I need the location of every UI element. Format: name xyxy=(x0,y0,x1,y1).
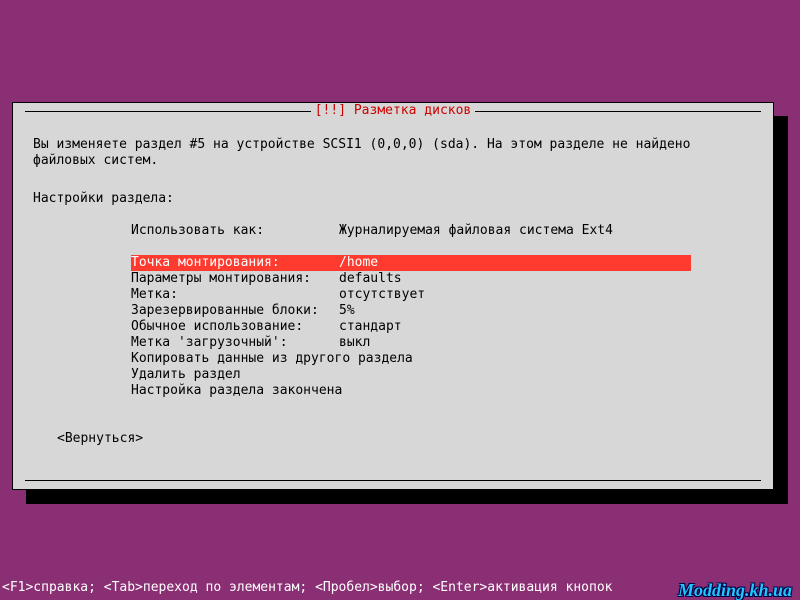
settings-row[interactable]: Обычное использование:стандарт xyxy=(131,319,691,335)
settings-value: 5% xyxy=(339,303,355,319)
settings-row[interactable]: Зарезервированные блоки:5% xyxy=(131,303,691,319)
settings-label: Метка: xyxy=(131,287,339,303)
settings-label: Метка 'загрузочный': xyxy=(131,335,339,351)
actions-list: Копировать данные из другого разделаУдал… xyxy=(131,351,413,399)
settings-row[interactable]: Использовать как:Журналируемая файловая … xyxy=(131,223,691,239)
settings-row[interactable]: Параметры монтирования:defaults xyxy=(131,271,691,287)
settings-value: defaults xyxy=(339,271,402,287)
settings-value: Журналируемая файловая система Ext4 xyxy=(339,223,613,239)
partition-dialog: [!!] Разметка дисков Вы изменяете раздел… xyxy=(12,102,774,490)
dialog-title-row: [!!] Разметка дисков xyxy=(13,103,773,119)
settings-value: стандарт xyxy=(339,319,402,335)
dialog-title: [!!] Разметка дисков xyxy=(13,103,773,119)
settings-label: Точка монтирования: xyxy=(131,255,339,271)
footer-hints: <F1>справка; <Tab>переход по элементам; … xyxy=(0,576,800,600)
settings-label: Обычное использование: xyxy=(131,319,339,335)
settings-spacer xyxy=(131,239,691,255)
settings-row[interactable]: Точка монтирования:/home xyxy=(131,255,691,271)
intro-text: Вы изменяете раздел #5 на устройстве SCS… xyxy=(33,137,753,169)
settings-list: Использовать как:Журналируемая файловая … xyxy=(131,223,691,351)
dialog-title-text: [!!] Разметка дисков xyxy=(311,103,476,118)
settings-label: Параметры монтирования: xyxy=(131,271,339,287)
dialog-bottom-rule xyxy=(25,480,761,481)
settings-value: выкл xyxy=(339,335,370,351)
action-item[interactable]: Удалить раздел xyxy=(131,367,413,383)
settings-heading: Настройки раздела: xyxy=(33,191,174,207)
settings-label: Зарезервированные блоки: xyxy=(131,303,339,319)
settings-row[interactable]: Метка:отсутствует xyxy=(131,287,691,303)
settings-value: /home xyxy=(339,255,378,271)
settings-label: Использовать как: xyxy=(131,223,339,239)
settings-row[interactable]: Метка 'загрузочный':выкл xyxy=(131,335,691,351)
action-item[interactable]: Копировать данные из другого раздела xyxy=(131,351,413,367)
back-button[interactable]: <Вернуться> xyxy=(57,431,143,447)
settings-value: отсутствует xyxy=(339,287,425,303)
action-item[interactable]: Настройка раздела закончена xyxy=(131,383,413,399)
